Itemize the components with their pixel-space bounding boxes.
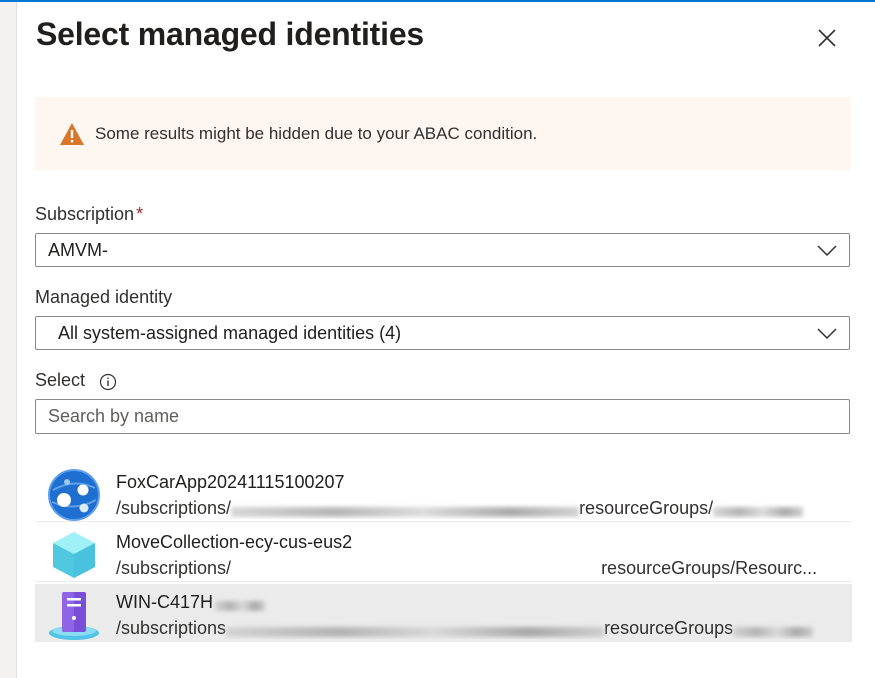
search-input[interactable] xyxy=(35,399,850,434)
background-page xyxy=(0,0,17,678)
redacted-text xyxy=(733,627,814,638)
chevron-down-icon xyxy=(817,328,837,340)
redacted-text xyxy=(215,601,266,612)
path-suffix: resourceGroups/Resourc... xyxy=(601,558,818,578)
managed-identity-value: All system-assigned managed identities (… xyxy=(58,322,402,343)
warning-text: Some results might be hidden due to your… xyxy=(95,123,538,143)
identity-name: MoveCollection-ecy-cus-eus2 xyxy=(116,532,353,552)
subscription-value: AMVM- xyxy=(48,239,108,260)
warning-icon xyxy=(60,122,84,145)
identity-path: /subscriptions/resourceGroups/ xyxy=(116,498,840,519)
identity-path: /subscriptions/resourceGroups/Resourc... xyxy=(116,558,840,579)
subscription-dropdown[interactable]: AMVM- xyxy=(35,233,850,267)
path-suffix: resourceGroups xyxy=(604,618,734,638)
list-item[interactable]: MoveCollection-ecy-cus-eus2 /subscriptio… xyxy=(35,524,852,582)
subscription-label: Subscription * xyxy=(35,204,143,225)
close-icon xyxy=(818,29,836,47)
select-label: Select xyxy=(35,370,86,390)
list-item[interactable]: FoxCarApp20241115100207 /subscriptions/r… xyxy=(35,464,852,522)
redacted-text xyxy=(231,507,580,518)
subscription-label-text: Subscription xyxy=(35,204,135,224)
identity-name: FoxCarApp20241115100207 xyxy=(116,472,345,492)
path-prefix: /subscriptions xyxy=(116,618,227,638)
path-prefix: /subscriptions/ xyxy=(116,498,232,518)
identity-name-text: WIN-C417H xyxy=(116,592,214,612)
managed-identity-label: Managed identity xyxy=(35,287,173,307)
list-item[interactable]: WIN-C417H /subscriptions resourceGroups xyxy=(35,584,852,642)
redacted-text xyxy=(713,507,804,518)
identity-name: WIN-C417H xyxy=(116,592,266,613)
app-service-globe-icon xyxy=(48,469,100,521)
virtual-machine-server-icon xyxy=(49,592,99,640)
path-suffix: resourceGroups/ xyxy=(579,498,714,518)
chevron-down-icon xyxy=(817,245,837,257)
identity-path: /subscriptions resourceGroups xyxy=(116,618,840,639)
redacted-text xyxy=(226,627,605,638)
warning-banner: Some results might be hidden due to your… xyxy=(35,97,851,170)
path-prefix: /subscriptions/ xyxy=(116,558,232,578)
required-asterisk: * xyxy=(136,204,144,224)
managed-identity-dropdown[interactable]: All system-assigned managed identities (… xyxy=(35,316,850,350)
close-button[interactable] xyxy=(812,23,842,53)
info-icon[interactable] xyxy=(99,373,117,391)
resource-mover-cube-icon xyxy=(53,532,95,578)
dialog-title: Select managed identities xyxy=(36,16,425,52)
